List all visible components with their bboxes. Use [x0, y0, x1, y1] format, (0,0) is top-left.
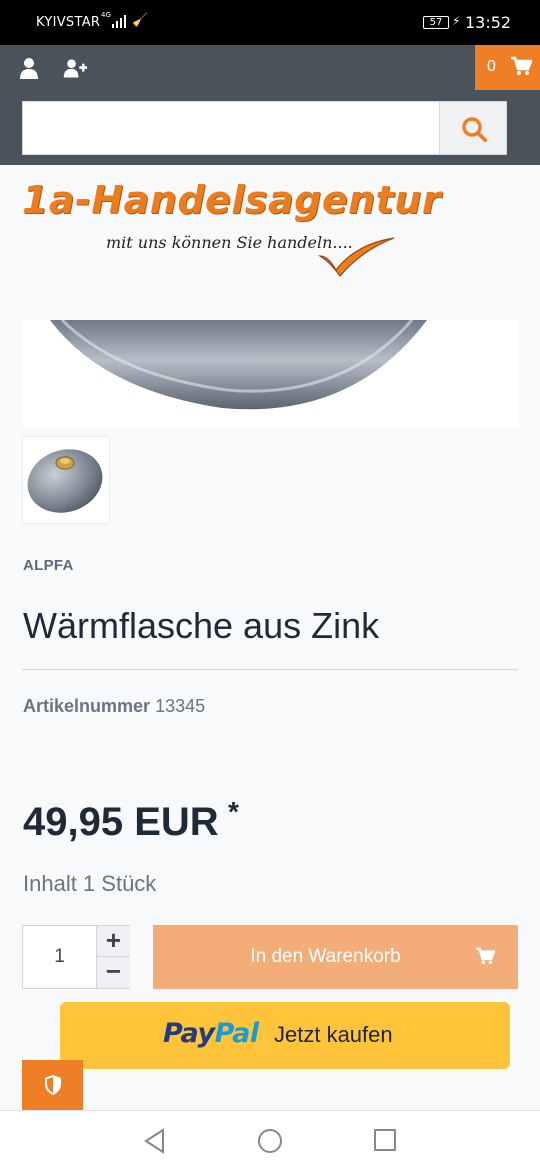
recents-icon[interactable]: [373, 1128, 397, 1152]
product-thumbnail[interactable]: [22, 436, 110, 524]
sku-label: Artikelnummer: [23, 696, 151, 716]
quantity-decrease-button[interactable]: −: [96, 957, 130, 988]
search-input[interactable]: [23, 102, 440, 154]
search-button[interactable]: [439, 102, 506, 154]
price-footnote-mark: *: [228, 796, 239, 827]
battery-icon: 57: [423, 16, 449, 29]
network-type: 4G: [101, 11, 111, 19]
cleaner-icon: 🧹: [132, 13, 149, 28]
carrier-name: KYIVSTAR: [36, 15, 101, 30]
quantity-stepper: 1 + −: [22, 925, 130, 989]
hot-water-bottle-image: [50, 320, 427, 410]
privacy-button[interactable]: [22, 1060, 83, 1110]
back-icon[interactable]: [143, 1128, 167, 1154]
sku-value: 13345: [155, 696, 206, 716]
user-icon[interactable]: [16, 55, 42, 81]
add-user-icon[interactable]: [62, 55, 88, 81]
thumbnail-image: [27, 449, 103, 513]
quantity-increase-button[interactable]: +: [96, 926, 130, 957]
product-manufacturer[interactable]: ALPFA: [23, 557, 74, 574]
cart-icon: [476, 947, 495, 965]
search-icon: [462, 117, 487, 142]
paypal-button[interactable]: PayPal Jetzt kaufen: [60, 1002, 510, 1069]
cart-icon: [511, 56, 532, 75]
product-unit: Inhalt 1 Stück: [23, 871, 157, 896]
android-nav-bar: [0, 1110, 540, 1170]
paypal-label: Jetzt kaufen: [274, 1022, 393, 1047]
shield-icon: [45, 1075, 61, 1095]
add-to-cart-button[interactable]: In den Warenkorb: [153, 925, 518, 989]
search-bar: [22, 101, 507, 155]
charging-icon: ⚡: [452, 14, 461, 28]
logo-tagline: mit uns können Sie handeln....: [106, 233, 353, 252]
quantity-input[interactable]: 1: [23, 926, 96, 988]
product-main-image[interactable]: [22, 320, 518, 427]
signal-icon: [112, 14, 128, 28]
site-logo[interactable]: 1a-Handelsagentur mit uns können Sie han…: [22, 178, 441, 283]
site-header: 0: [0, 45, 540, 165]
product-price: 49,95 EUR: [23, 800, 219, 844]
logo-brand: 1a-Handelsagentur: [22, 178, 442, 222]
divider: [22, 669, 518, 670]
header-cart-button[interactable]: 0: [475, 45, 540, 90]
add-to-cart-label: In den Warenkorb: [250, 946, 401, 967]
home-icon[interactable]: [257, 1128, 283, 1154]
paypal-logo: PayPal: [163, 1018, 259, 1049]
product-title: Wärmflasche aus Zink: [23, 605, 380, 646]
checkmark-icon: [318, 237, 395, 277]
status-time: 13:52: [465, 13, 512, 32]
status-bar: KYIVSTAR 4G 🧹 57 ⚡ 13:52: [0, 0, 540, 45]
cart-count: 0: [487, 58, 496, 75]
product-sku: Artikelnummer 13345: [23, 696, 205, 717]
